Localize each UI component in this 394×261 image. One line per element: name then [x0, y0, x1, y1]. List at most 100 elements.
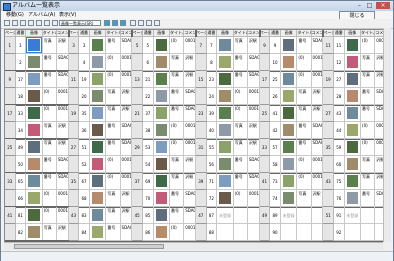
thumbnail-cell[interactable] — [280, 37, 298, 54]
thumbnail-cell[interactable] — [153, 156, 171, 173]
page-cell[interactable] — [259, 88, 271, 105]
thumbnail-cell[interactable]: 未登録 — [280, 207, 298, 224]
text-cell[interactable]: 40 — [206, 122, 218, 139]
text-cell[interactable]: 番号 — [106, 224, 121, 241]
page-cell[interactable] — [259, 54, 271, 71]
text-cell[interactable]: 写真 — [233, 122, 248, 139]
text-cell[interactable]: 番号 — [233, 173, 248, 190]
photo-thumbnail[interactable] — [27, 208, 41, 222]
text-cell[interactable]: 23 — [206, 71, 218, 88]
text-cell[interactable]: 写真 — [106, 105, 121, 122]
thumbnail-cell[interactable] — [217, 88, 234, 105]
text-cell[interactable]: 73 — [270, 173, 281, 190]
text-cell[interactable]: 7 — [206, 37, 218, 54]
photo-thumbnail[interactable] — [218, 140, 232, 154]
text-cell[interactable]: 0001 — [56, 207, 69, 224]
text-cell[interactable]: 68 — [79, 190, 90, 207]
filter-icon[interactable] — [146, 20, 152, 26]
page-cell[interactable]: 39 — [196, 173, 207, 190]
text-cell[interactable]: 22 — [142, 88, 154, 105]
thumbnail-cell[interactable] — [344, 37, 362, 54]
text-cell[interactable]: 27 — [333, 71, 345, 88]
photo-thumbnail[interactable] — [154, 174, 169, 188]
thumbnail-cell[interactable] — [217, 105, 234, 122]
photo-thumbnail[interactable] — [90, 123, 105, 137]
text-cell[interactable]: SDAG — [311, 122, 324, 139]
page-cell[interactable]: 27 — [68, 139, 80, 156]
print-icon[interactable] — [52, 20, 58, 26]
text-cell[interactable]: (0) — [170, 224, 185, 241]
text-cell[interactable]: 57 — [270, 139, 281, 156]
page-cell[interactable] — [259, 122, 271, 139]
text-cell[interactable]: 4 — [79, 54, 90, 71]
text-cell[interactable]: 0001 — [247, 190, 260, 207]
page-cell[interactable]: 37 — [132, 173, 143, 190]
photo-thumbnail[interactable] — [218, 123, 232, 137]
text-cell[interactable]: 写真 — [42, 37, 57, 54]
thumbnail-cell[interactable] — [153, 71, 171, 88]
photo-thumbnail[interactable] — [90, 208, 105, 222]
text-cell[interactable]: 番号 — [233, 156, 248, 173]
text-cell[interactable]: 沢駅 — [56, 224, 69, 241]
first-icon[interactable] — [4, 20, 10, 26]
text-cell[interactable]: 65 — [15, 173, 27, 190]
text-cell[interactable]: 51 — [79, 139, 90, 156]
thumbnail-cell[interactable] — [280, 156, 298, 173]
text-cell[interactable]: 沢駅 — [56, 37, 69, 54]
page-cell[interactable]: 45 — [132, 207, 143, 224]
text-cell[interactable]: (0) — [297, 54, 312, 71]
text-cell[interactable]: 88 — [206, 224, 218, 241]
text-cell[interactable]: 0001 — [120, 156, 133, 173]
text-cell[interactable]: SDAG — [311, 37, 324, 54]
text-cell[interactable]: 番号 — [42, 54, 57, 71]
page-cell[interactable]: 41 — [5, 207, 16, 224]
text-cell[interactable]: SDAG — [56, 54, 69, 71]
page-cell[interactable]: 17 — [259, 71, 271, 88]
text-cell[interactable]: SDAG — [247, 156, 260, 173]
text-cell[interactable]: 12 — [333, 54, 345, 71]
thumbnail-cell[interactable] — [26, 156, 43, 173]
thumbnail-cell[interactable] — [89, 54, 107, 71]
text-cell[interactable]: 66 — [15, 190, 27, 207]
text-cell[interactable]: 5 — [142, 37, 154, 54]
text-cell[interactable]: 56 — [206, 156, 218, 173]
text-cell[interactable]: 0001 — [311, 173, 324, 190]
text-cell[interactable]: 0001 — [56, 105, 69, 122]
photo-thumbnail[interactable] — [218, 191, 232, 205]
text-cell[interactable]: 0001 — [184, 37, 196, 54]
page-cell[interactable]: 1 — [5, 37, 16, 54]
text-cell[interactable]: SDAG — [311, 139, 324, 156]
text-cell[interactable]: 35 — [79, 105, 90, 122]
text-cell[interactable]: 写真 — [361, 156, 376, 173]
text-cell[interactable]: 71 — [206, 173, 218, 190]
text-cell[interactable]: 沢駅 — [311, 88, 324, 105]
thumbnail-cell[interactable] — [89, 71, 107, 88]
photo-thumbnail[interactable] — [345, 174, 360, 188]
photo-thumbnail[interactable] — [281, 55, 296, 69]
photo-thumbnail[interactable] — [281, 106, 296, 120]
text-cell[interactable]: 沢駅 — [120, 190, 133, 207]
photo-thumbnail[interactable] — [90, 55, 105, 69]
text-cell[interactable]: 44 — [333, 122, 345, 139]
thumbnail-cell[interactable] — [217, 71, 234, 88]
photo-thumbnail[interactable] — [218, 106, 232, 120]
page-cell[interactable]: 31 — [196, 139, 207, 156]
text-cell[interactable]: 0001 — [184, 122, 196, 139]
page-cell[interactable] — [323, 190, 334, 207]
text-cell[interactable]: (0) — [170, 122, 185, 139]
photo-thumbnail[interactable] — [281, 123, 296, 137]
photo-thumbnail[interactable] — [218, 157, 232, 171]
page-cell[interactable]: 35 — [323, 139, 334, 156]
page-cell[interactable]: 29 — [132, 139, 143, 156]
page-cell[interactable]: 9 — [259, 37, 271, 54]
text-cell[interactable]: 番号 — [361, 190, 376, 207]
text-cell[interactable]: 写真 — [361, 54, 376, 71]
page-cell[interactable] — [5, 88, 16, 105]
text-cell[interactable]: 写真 — [170, 54, 185, 71]
thumbnail-cell[interactable] — [89, 156, 107, 173]
page-cell[interactable]: 27 — [323, 105, 334, 122]
text-cell[interactable]: 43 — [333, 105, 345, 122]
text-cell[interactable]: 番号 — [170, 190, 185, 207]
text-cell[interactable]: (0) — [297, 173, 312, 190]
text-cell[interactable]: SDAG — [184, 88, 196, 105]
